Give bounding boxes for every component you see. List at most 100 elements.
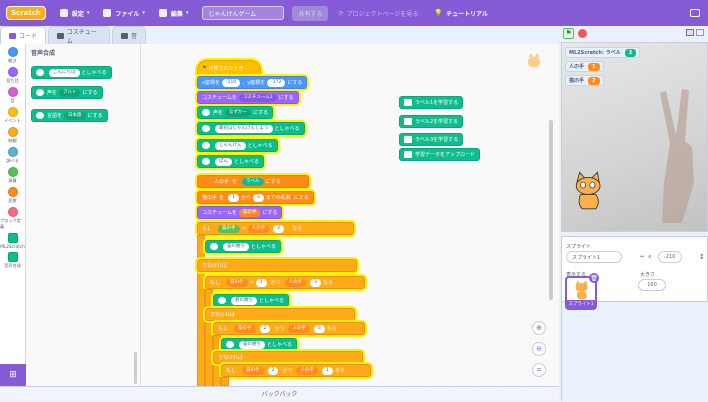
tab-sounds[interactable]: 音 <box>112 26 147 44</box>
train-label2-block[interactable]: ラベル2を学習する <box>399 115 464 128</box>
if-block-1[interactable]: もし 猫の手 = 人の手 2 なら <box>197 222 354 235</box>
refresh-icon: ⟳ <box>338 9 344 17</box>
project-title-input[interactable]: じゃんけんゲーム <box>202 6 285 20</box>
sprite-list-area <box>562 301 708 402</box>
monitor-cpu-hand: 猫の手 2 <box>565 75 604 86</box>
set-cpu-hand-block[interactable]: 猫の手を 1 から 3 までの乱数 にする <box>197 191 314 204</box>
stage-canvas[interactable]: ML2Scratch: ラベル 2 人の手 1 猫の手 2 <box>561 42 708 232</box>
size-label: 大きさ <box>640 272 656 278</box>
operators-dot-icon <box>7 167 18 177</box>
zoom-in-icon: ⊕ <box>536 324 542 332</box>
code-icon <box>9 32 16 39</box>
block-palette: 音声合成 こんにちは としゃべる 声を アルト にする 言語を 日本語 にする <box>26 44 141 386</box>
if-block-4[interactable]: もし 猫の手 2 かつ 人の手 1 なら <box>221 364 371 377</box>
ml-icon <box>404 99 412 106</box>
see-project-page-button[interactable]: ⟳ プロジェクトページを見る <box>338 9 418 18</box>
file-menu[interactable]: ファイル ▾ <box>103 9 145 18</box>
speak-block-3[interactable]: ぽん としゃべる <box>197 155 265 168</box>
sprite-watermark-icon <box>527 52 541 68</box>
delete-sprite-button[interactable]: 🗑 <box>589 273 599 283</box>
if-block-2-arm <box>205 289 213 391</box>
small-stage-button[interactable] <box>686 29 694 36</box>
category-operators[interactable]: 演算 <box>0 167 25 184</box>
palette-speak-block[interactable]: こんにちは としゃべる <box>31 66 112 79</box>
motion-dot-icon <box>7 47 18 57</box>
file-icon <box>103 9 112 17</box>
chevron-down-icon: ▾ <box>185 10 189 16</box>
script-workspace[interactable]: ⚑ が押されたとき x座標を -210 、y座標を -172 にする コスチュームを コスチ… <box>141 44 559 391</box>
tab-costumes[interactable]: コスチューム <box>48 26 111 45</box>
zoom-out-button[interactable]: ⊖ <box>532 342 546 356</box>
category-sensing[interactable]: 調べる <box>0 147 25 164</box>
speaker-icon <box>121 32 129 39</box>
speak-icon <box>36 69 44 76</box>
large-stage-button[interactable] <box>696 29 704 36</box>
speak-block-2[interactable]: じゃんけん としゃべる <box>197 139 278 152</box>
tab-code[interactable]: コード <box>0 26 47 44</box>
category-control[interactable]: 制御 <box>0 127 25 144</box>
edit-menu[interactable]: 編集 ▾ <box>158 9 189 18</box>
sprite-thumbnail-label: スプライト1 <box>565 300 597 310</box>
category-my-blocks[interactable]: ブロック定義 <box>0 207 25 230</box>
folder-icon[interactable] <box>690 9 700 17</box>
palette-voice-block[interactable]: 声を アルト にする <box>31 86 103 99</box>
text2speech-icon <box>7 252 18 262</box>
goto-xy-block[interactable]: x座標を -210 、y座標を -172 にする <box>197 76 308 89</box>
speak-icon <box>218 297 226 304</box>
speak-icon <box>202 125 210 132</box>
category-menu: 動き 見た目 音 イベント 制御 調べる 演算 変数 ブロック定義 ML2Scr… <box>0 44 26 386</box>
train-label1-block[interactable]: ラベル1を学習する <box>399 96 464 109</box>
category-sound[interactable]: 音 <box>0 87 25 104</box>
backpack-bar[interactable]: バックパック <box>0 386 559 401</box>
tutorials-button[interactable]: 💡 チュートリアル <box>434 9 488 18</box>
category-events[interactable]: イベント <box>0 107 25 124</box>
sprite-name-input[interactable]: スプライト1 <box>566 251 622 263</box>
speak-block-1[interactable]: 最初はじゃんけんしよう としゃべる <box>197 122 305 135</box>
set-voice-block[interactable]: 声を なずかー にする <box>197 106 274 119</box>
scratch-logo[interactable]: Scratch <box>6 6 46 20</box>
green-flag-button[interactable]: ⚑ <box>563 27 574 39</box>
category-ml2scratch[interactable]: ML2Scratch <box>0 233 25 249</box>
when-flag-clicked-block[interactable]: ⚑ が押されたとき <box>197 60 261 76</box>
stop-button[interactable] <box>578 28 587 38</box>
palette-scrollbar[interactable] <box>134 352 137 384</box>
category-text2speech[interactable]: 音声合成 <box>0 252 25 269</box>
switch-costume-block[interactable]: コスチュームを コスチューム1 にする <box>197 91 299 104</box>
category-variables[interactable]: 変数 <box>0 187 25 204</box>
train-label3-block[interactable]: ラベル3を学習する <box>399 133 464 146</box>
x-position-input[interactable]: -210 <box>658 251 682 263</box>
events-dot-icon <box>7 107 18 117</box>
cat-thumbnail-icon <box>575 280 588 300</box>
monitor-ml-label: ML2Scratch: ラベル 2 <box>565 47 641 58</box>
sprite-label: スプライト <box>566 244 592 250</box>
speak-icon <box>36 89 44 96</box>
settings-menu[interactable]: 設定 ▾ <box>59 9 90 18</box>
if-block-3[interactable]: もし 猫の手 2 かつ 人の手 3 なら <box>213 322 365 335</box>
speak-cat-wins-block[interactable]: 猫の勝ち としゃべる <box>205 240 282 253</box>
size-input[interactable]: 100 <box>638 279 666 291</box>
monitor-player-hand: 人の手 1 <box>565 61 604 72</box>
set-player-hand-block[interactable]: 人の手をラベル にする <box>197 175 309 188</box>
category-motion[interactable]: 動き <box>0 47 25 64</box>
speak-player-wins-block[interactable]: 君の勝ち としゃべる <box>213 294 290 307</box>
share-button[interactable]: 共有する <box>292 5 329 21</box>
category-looks[interactable]: 見た目 <box>0 67 25 84</box>
palette-language-block[interactable]: 言語を 日本語 にする <box>31 109 108 122</box>
lightbulb-icon: 💡 <box>434 9 444 17</box>
pencil-icon <box>158 9 167 17</box>
else-label-3: でなければ <box>213 351 363 364</box>
zoom-reset-button[interactable]: = <box>532 363 546 377</box>
ml-icon <box>404 118 412 125</box>
chevron-down-icon: ▾ <box>86 10 90 16</box>
speak-icon <box>226 341 234 348</box>
upload-data-block[interactable]: 学習データをアップロード <box>399 148 481 161</box>
speak-cat-wins-block-2[interactable]: 猫の勝ち としゃべる <box>221 338 298 351</box>
switch-costume-block-2[interactable]: コスチュームを 猫の手 にする <box>197 206 283 219</box>
add-extension-button[interactable]: ⊞ <box>0 364 26 386</box>
menu-bar: Scratch 設定 ▾ ファイル ▾ 編集 ▾ じゃんけんゲーム 共有する ⟳ プロジ… <box>0 0 708 26</box>
myblocks-dot-icon <box>7 207 18 217</box>
if-block-2[interactable]: もし 猫の手 = 1 かつ 人の手 3 なら <box>205 276 365 289</box>
workspace-scrollbar[interactable] <box>549 120 553 300</box>
zoom-in-button[interactable]: ⊕ <box>532 321 546 335</box>
control-dot-icon <box>7 127 18 137</box>
